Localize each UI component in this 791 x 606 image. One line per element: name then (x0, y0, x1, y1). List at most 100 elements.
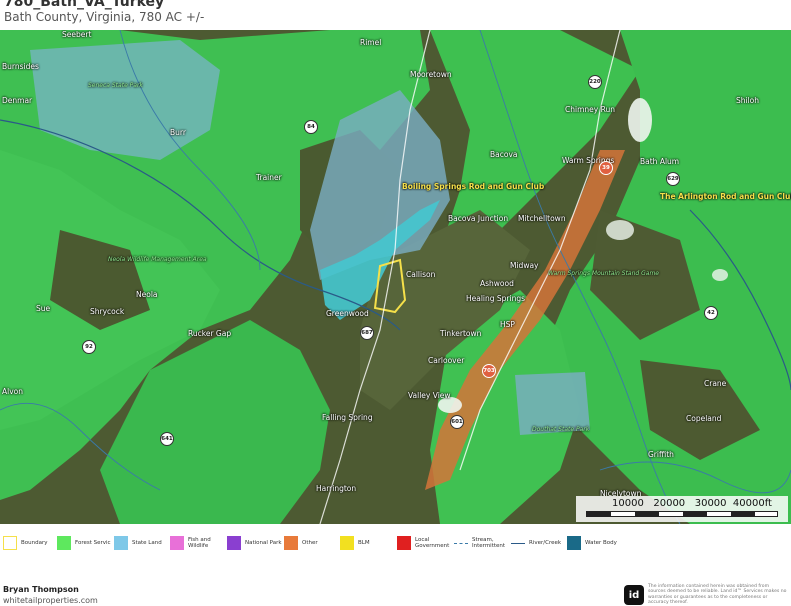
legend-item-national-park: National Park (227, 532, 282, 554)
legend-item-blm: BLM (340, 532, 370, 554)
forest-swatch (57, 536, 71, 550)
map-subtitle: Bath County, Virginia, 780 AC +/- (4, 10, 205, 24)
route-shield: 220 (588, 75, 602, 89)
town-label: Mitchelltown (518, 214, 566, 223)
legend-item-state-land: State Land (114, 532, 162, 554)
legend-item-fish-wildlife: Fish and Wildlife (170, 532, 230, 554)
town-label: Bacova Junction (448, 214, 509, 223)
map-header: 780_Bath_VA_Turkey Bath County, Virginia… (0, 0, 791, 30)
route-shield: 84 (304, 120, 318, 134)
landid-logo: id (624, 585, 644, 605)
fish-wildlife-swatch (170, 536, 184, 550)
town-label: Bath Alum (640, 157, 680, 166)
scale-label: 30000 (694, 498, 727, 509)
town-label: Sue (36, 304, 51, 313)
route-shield: 629 (666, 172, 680, 186)
town-label: Falling Spring (322, 413, 373, 422)
legend-label: Stream, Intermittent (472, 537, 506, 549)
blm-swatch (340, 536, 354, 550)
map-footer: Bryan Thompson whitetailproperties.com i… (0, 558, 791, 606)
town-label: Neola (136, 290, 158, 299)
town-label: Rucker Gap (188, 329, 232, 338)
legend-label: Fish and Wildlife (188, 537, 211, 549)
national-park-swatch (227, 536, 241, 550)
legend-label: BLM (358, 540, 370, 546)
town-label: Copeland (686, 414, 722, 423)
legend-item-local-government: Local Government (397, 532, 457, 554)
disclaimer-text: The information contained herein was obt… (648, 584, 787, 606)
scale-label: 10000 (612, 498, 644, 509)
town-label: Shiloh (736, 96, 760, 105)
town-label: Carloover (428, 356, 465, 365)
local-government-swatch (397, 536, 411, 550)
town-label: Denmar (2, 96, 33, 105)
park-label: Douthat State Park (532, 426, 590, 433)
park-label: Seneca State Park (88, 82, 143, 89)
legend-item-stream: Stream, Intermittent (454, 532, 514, 554)
legend-label: Boundary (21, 540, 48, 546)
stream-swatch (454, 542, 468, 544)
boundary-swatch (3, 536, 17, 550)
town-label: Seebert (62, 30, 92, 39)
legend-item-boundary: Boundary (3, 532, 48, 554)
town-label: Alvon (2, 387, 23, 396)
town-label: Burr (170, 128, 186, 137)
legend-label: Water Body (585, 540, 617, 546)
town-label: Midway (510, 261, 539, 270)
legend-item-water-body: Water Body (567, 532, 617, 554)
route-shield: 641 (160, 432, 174, 446)
route-shield: 39 (599, 161, 613, 175)
town-label: Valley View (408, 391, 451, 400)
state-land-swatch (114, 536, 128, 550)
town-label: Callison (406, 270, 436, 279)
other-swatch (284, 536, 298, 550)
town-label: Crane (704, 379, 727, 388)
map-title: 780_Bath_VA_Turkey (4, 0, 165, 10)
legend-item-forest-service: Forest Servic (57, 532, 111, 554)
legend-label: Other (302, 540, 318, 546)
town-label: Mooretown (410, 70, 452, 79)
scale-bar: 10000 20000 30000 40000ft (576, 496, 788, 522)
author-name: Bryan Thompson (3, 585, 79, 594)
route-shield: 92 (82, 340, 96, 354)
club-label: Boiling Springs Rod and Gun Club (402, 182, 545, 191)
route-shield: 687 (360, 326, 374, 340)
route-shield: 703 (482, 364, 496, 378)
town-label: Shrycock (90, 307, 125, 316)
legend-label: State Land (132, 540, 162, 546)
website-link[interactable]: whitetailproperties.com (3, 596, 98, 605)
town-label: Tinkertown (440, 329, 482, 338)
legend-label: River/Creek (529, 540, 562, 546)
town-label: Healing Springs (466, 294, 526, 303)
cloud-4 (712, 269, 728, 281)
scale-label: 40000ft (732, 498, 772, 509)
legend-item-other: Other (284, 532, 318, 554)
town-label: Ashwood (480, 279, 514, 288)
map-canvas[interactable]: Seebert Burnsides Denmar Burr Rimel Moor… (0, 30, 791, 524)
river-swatch (511, 542, 525, 544)
legend-label: Forest Servic (75, 540, 111, 546)
legend-item-river: River/Creek (511, 532, 561, 554)
town-label: Chimney Run (565, 105, 615, 114)
feature-label: HSP (500, 320, 515, 329)
town-label: Harrington (316, 484, 357, 493)
town-label: Rimel (360, 38, 382, 47)
scale-label: 20000 (653, 498, 686, 509)
scale-bar-graphic (586, 511, 778, 517)
town-label: Bacova (490, 150, 518, 159)
route-shield: 42 (704, 306, 718, 320)
town-label: Burnsides (2, 62, 39, 71)
scale-labels: 10000 20000 30000 40000ft (612, 498, 772, 509)
route-shield: 601 (450, 415, 464, 429)
town-label: Griffith (648, 450, 674, 459)
town-label: Trainer (256, 173, 282, 182)
club-label: The Arlington Rod and Gun Club (660, 192, 791, 201)
legend-label: Local Government (415, 537, 450, 549)
town-label: Greenwood (326, 309, 369, 318)
cloud-2 (606, 220, 634, 240)
legend-label: National Park (245, 540, 282, 546)
park-label: Neola Wildlife Management Area (108, 256, 207, 263)
park-label: Warm Springs Mountain Stand Game (548, 270, 659, 277)
cloud-1 (628, 98, 652, 142)
water-body-swatch (567, 536, 581, 550)
